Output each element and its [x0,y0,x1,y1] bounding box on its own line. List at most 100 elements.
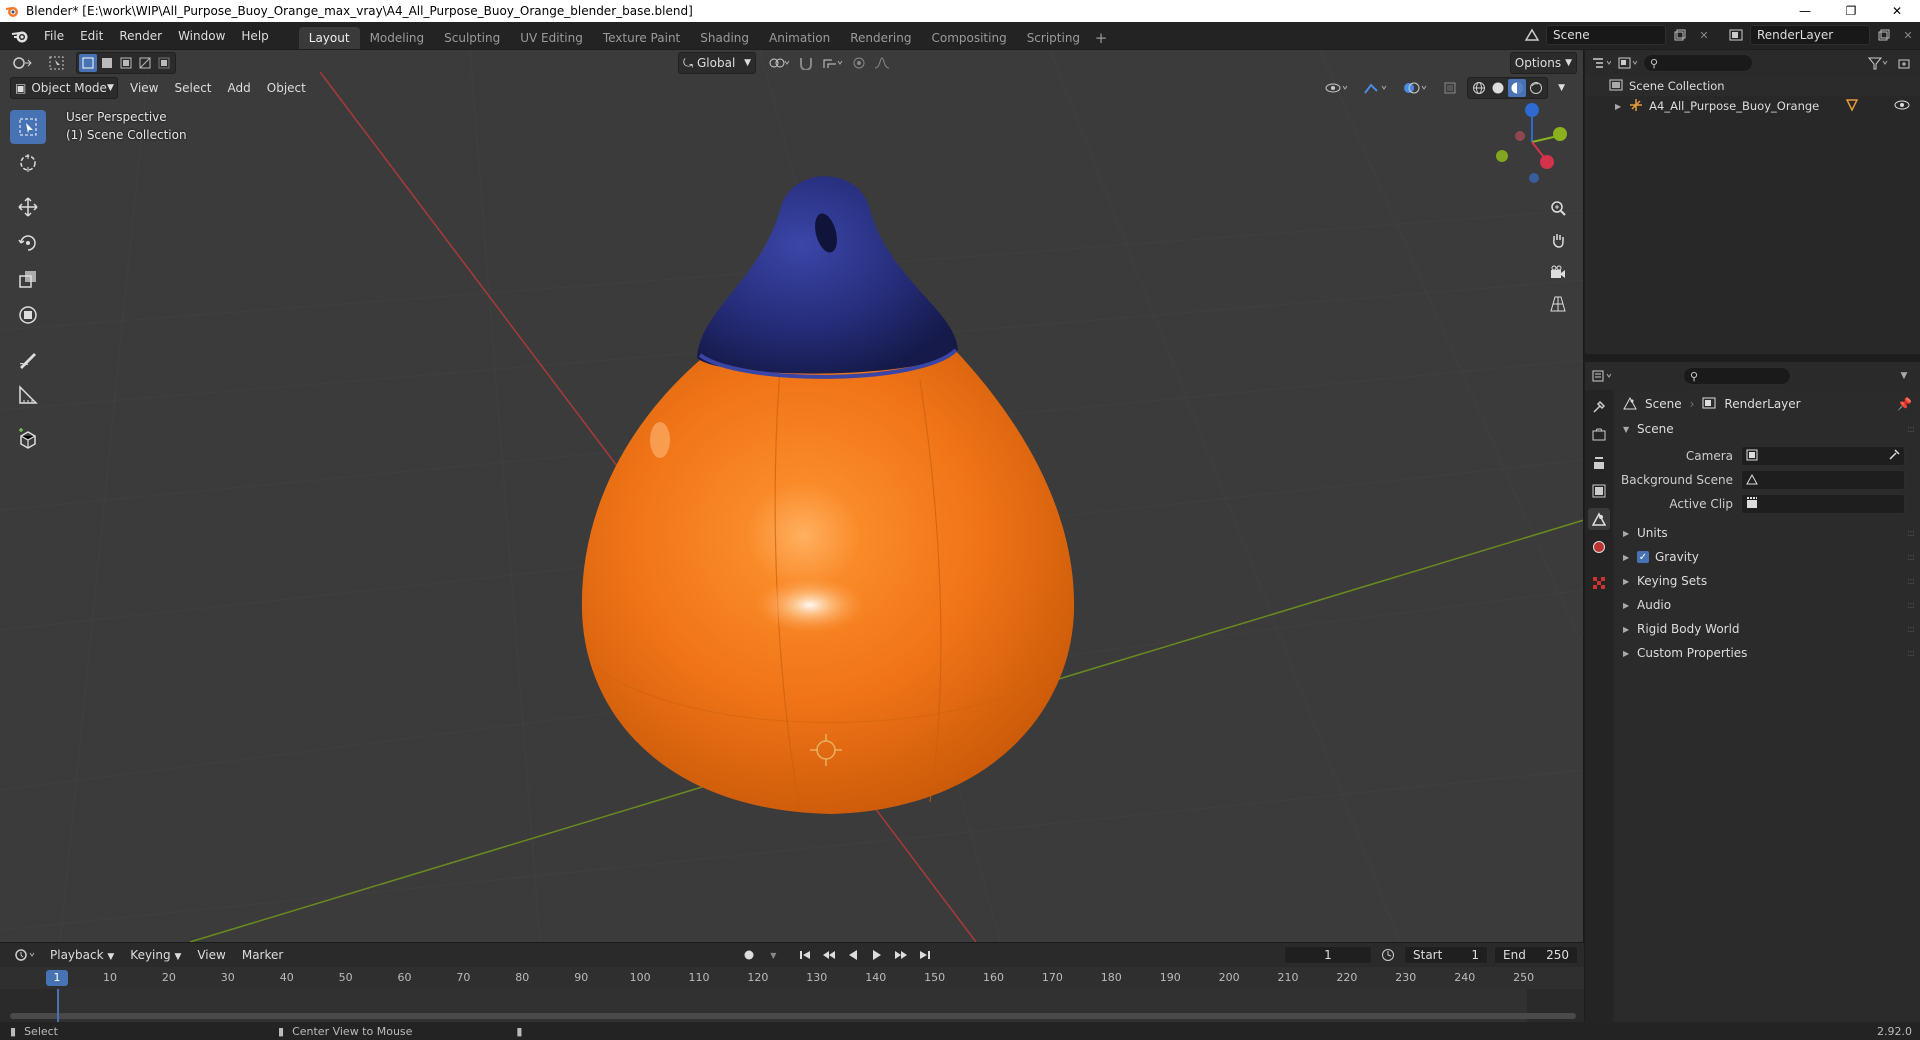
play-icon[interactable] [867,945,887,965]
menu-window[interactable]: Window [170,25,233,47]
pin-icon[interactable]: 📌 [1897,397,1912,411]
menu-file[interactable]: File [36,25,72,47]
perspective-toggle-icon[interactable] [1544,290,1572,318]
jump-to-end-icon[interactable] [915,945,935,965]
select-box-tool-icon[interactable] [10,110,46,144]
drag-handle-icon[interactable]: ::: [1907,576,1915,587]
world-properties-icon[interactable] [1588,536,1610,558]
tab-shading[interactable]: Shading [690,27,759,49]
eyedropper-icon[interactable] [1888,448,1900,464]
new-scene-icon[interactable] [1670,25,1690,45]
delete-scene-icon[interactable]: ✕ [1694,25,1714,45]
view-layer-properties-icon[interactable] [1588,480,1610,502]
transform-tool-icon[interactable] [10,298,46,332]
new-collection-icon[interactable] [1894,53,1914,73]
subpanel-rigid-body-world[interactable]: ▶ Rigid Body World::: [1615,618,1920,640]
solid-shading-icon[interactable] [1489,79,1507,97]
properties-search-input[interactable]: ⚲ [1683,367,1791,385]
jump-to-keyframe-back-icon[interactable] [819,945,839,965]
tab-rendering[interactable]: Rendering [840,27,921,49]
viewport-menu-select[interactable]: Select [166,77,219,99]
gravity-checkbox[interactable]: ✓ [1637,551,1649,563]
wireframe-shading-icon[interactable] [1470,79,1488,97]
cursor-tool-icon[interactable] [10,146,46,180]
timeline-scrollbar[interactable] [10,1013,1576,1019]
subpanel-audio[interactable]: ▶ Audio::: [1615,594,1920,616]
invert-selection-icon[interactable] [136,54,154,72]
filter-icon[interactable] [1868,53,1888,73]
snap-icon[interactable] [794,52,818,74]
texture-properties-icon[interactable] [1588,572,1610,594]
tab-compositing[interactable]: Compositing [921,27,1016,49]
tab-scripting[interactable]: Scripting [1017,27,1090,49]
annotate-tool-icon[interactable] [10,342,46,376]
drag-handle-icon[interactable]: ::: [1907,552,1915,563]
current-frame-marker[interactable]: 1 [46,970,68,986]
timeline-menu-view[interactable]: View [189,944,233,966]
scale-tool-icon[interactable] [10,262,46,296]
menu-edit[interactable]: Edit [72,25,111,47]
end-frame-field[interactable]: End 250 [1494,946,1578,964]
camera-field[interactable] [1741,446,1905,466]
minimize-icon[interactable]: — [1782,0,1828,22]
drag-handle-icon[interactable]: ::: [1907,528,1915,539]
render-properties-icon[interactable] [1588,424,1610,446]
measure-tool-icon[interactable] [10,378,46,412]
object-data-icon[interactable] [1845,98,1859,115]
tab-uv-editing[interactable]: UV Editing [510,27,593,49]
rotate-tool-icon[interactable] [10,226,46,260]
timeline-menu-marker[interactable]: Marker [234,944,291,966]
expand-arrow-icon[interactable]: ▶ [1615,102,1621,111]
pan-hand-icon[interactable] [1544,226,1572,254]
play-reverse-icon[interactable] [843,945,863,965]
drag-handle-icon[interactable]: ::: [1907,624,1915,635]
add-cube-tool-icon[interactable] [10,422,46,456]
add-workspace-icon[interactable]: + [1090,27,1112,49]
background-scene-field[interactable] [1741,470,1905,490]
jump-to-start-icon[interactable] [795,945,815,965]
timeline-editor-type-icon[interactable] [10,944,42,966]
tab-modeling[interactable]: Modeling [360,27,435,49]
current-frame-field[interactable]: 1 [1284,946,1372,964]
menu-render[interactable]: Render [111,25,170,47]
tab-layout[interactable]: Layout [298,27,360,49]
delete-view-layer-icon[interactable]: ✕ [1898,25,1918,45]
scene-icon[interactable] [1522,25,1542,45]
falloff-icon[interactable] [870,52,894,74]
material-preview-shading-icon[interactable] [1508,79,1527,97]
timeline-track-area[interactable] [0,989,1584,1023]
tab-sculpting[interactable]: Sculpting [434,27,510,49]
start-frame-field[interactable]: Start 1 [1404,946,1488,964]
record-keyframe-icon[interactable] [739,945,759,965]
view-layer-field[interactable]: RenderLayer [1750,25,1870,45]
outliner-row-object[interactable]: ▶ A4_All_Purpose_Buoy_Orange [1585,96,1920,116]
drag-handle-icon[interactable]: ::: [1907,600,1915,611]
pivot-point-icon[interactable] [764,52,794,74]
menu-help[interactable]: Help [233,25,276,47]
proportional-editing-icon[interactable] [848,52,870,74]
gizmo-toggle-icon[interactable] [1359,77,1393,99]
transform-orientation-dropdown[interactable]: ⤿ Global ▼ [678,52,756,74]
eye-visibility-icon[interactable] [1894,99,1910,114]
options-dropdown[interactable]: Options ▼ [1509,52,1577,74]
view-layer-icon[interactable] [1726,25,1746,45]
snap-target-icon[interactable] [818,52,848,74]
close-icon[interactable]: ✕ [1874,0,1920,22]
rendered-shading-icon[interactable] [1527,79,1545,97]
editor-type-icon[interactable] [8,52,38,74]
outliner-row-scene-collection[interactable]: Scene Collection [1585,76,1920,96]
timeline-menu-keying[interactable]: Keying ▼ [122,944,189,966]
properties-editor-type-icon[interactable] [1591,366,1611,386]
visibility-icon[interactable] [1321,77,1353,99]
zoom-icon[interactable] [1544,194,1572,222]
scene-name-field[interactable]: Scene [1546,25,1666,45]
viewport-menu-object[interactable]: Object [259,77,314,99]
active-clip-field[interactable] [1741,494,1905,514]
move-tool-icon[interactable] [10,190,46,224]
outliner-editor-type-icon[interactable] [1591,53,1611,73]
timeline-ruler[interactable]: 1 10 20 30 40 50 60 70 80 90 100 110 120 130 140 150 16… [0,967,1584,989]
output-properties-icon[interactable] [1588,452,1610,474]
outliner-search-input[interactable]: ⚲ [1643,54,1753,72]
tab-animation[interactable]: Animation [759,27,840,49]
drag-handle-icon[interactable]: ::: [1907,424,1915,435]
